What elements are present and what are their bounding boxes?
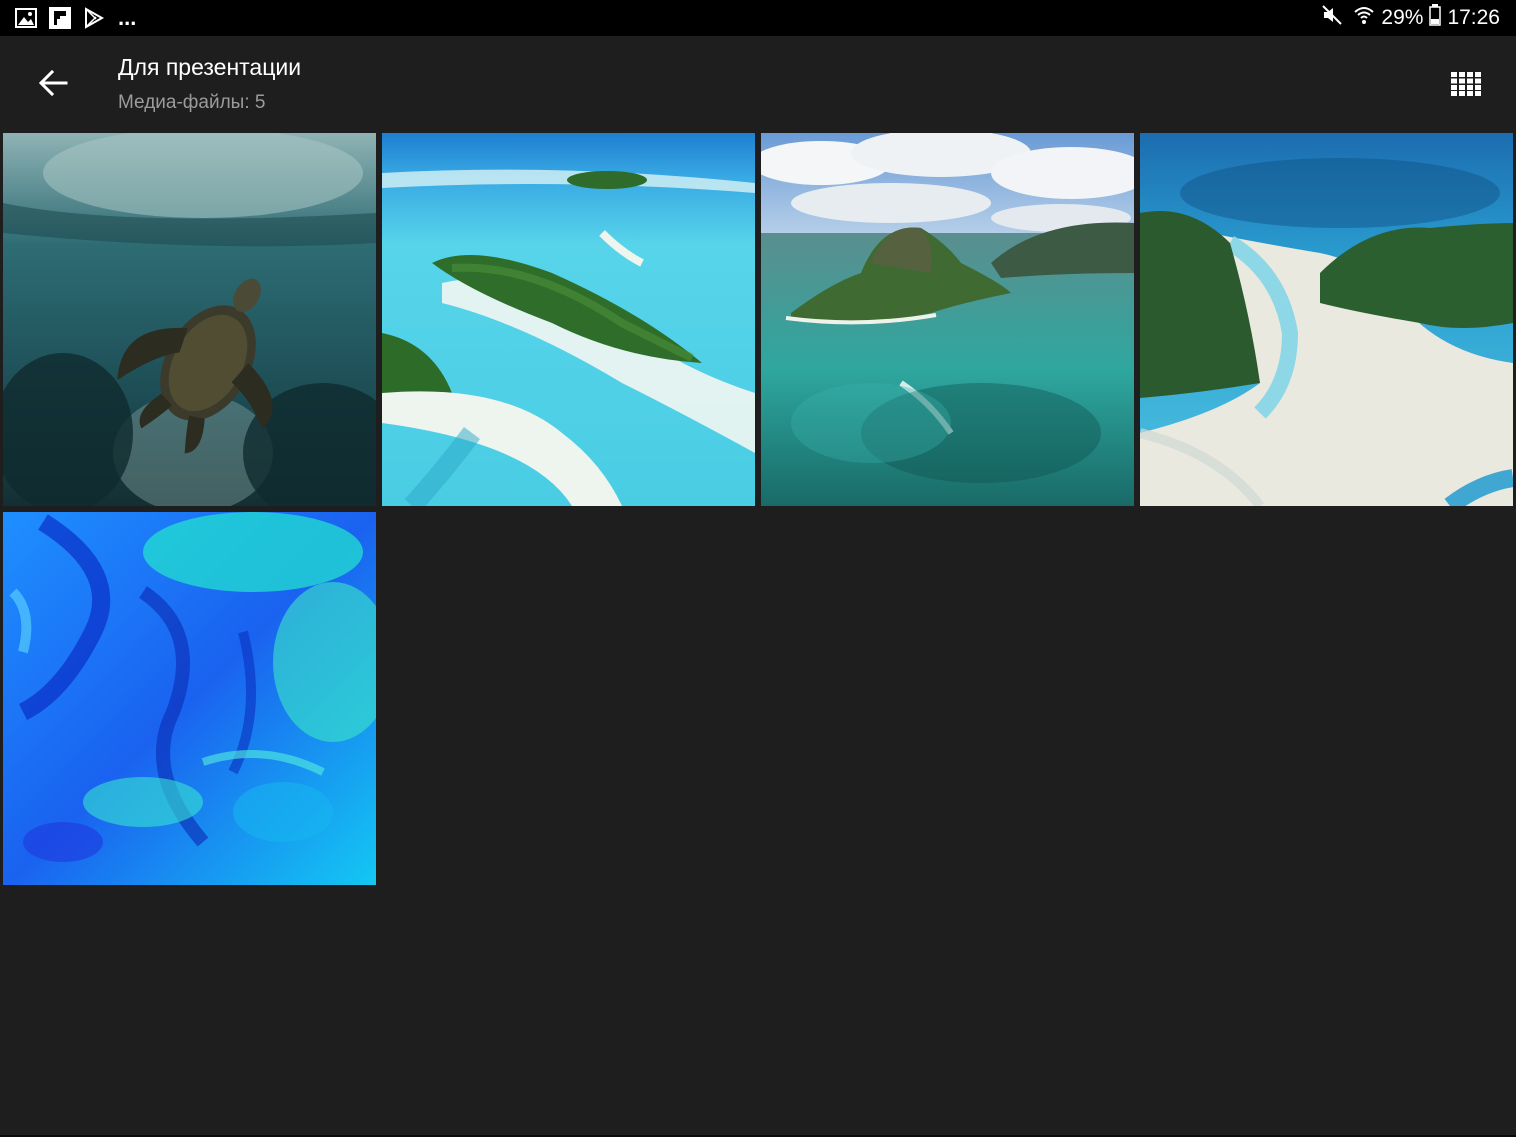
back-button[interactable] bbox=[26, 60, 80, 106]
photo-blue-abstract[interactable] bbox=[3, 512, 376, 885]
battery-percent: 29% bbox=[1381, 6, 1424, 29]
system-icons: 29% 17:26 bbox=[1321, 4, 1500, 32]
battery-icon bbox=[1429, 4, 1442, 32]
clock: 17:26 bbox=[1447, 6, 1500, 29]
mute-icon bbox=[1321, 4, 1343, 32]
notification-icons: ... bbox=[14, 6, 136, 30]
back-arrow-icon bbox=[38, 70, 68, 96]
photo-aerial-atoll[interactable] bbox=[382, 133, 755, 506]
status-bar: ... 29% 17:26 bbox=[0, 0, 1516, 36]
view-toggle-button[interactable] bbox=[1444, 62, 1488, 106]
grid-view-icon bbox=[1451, 72, 1481, 96]
play-store-icon bbox=[82, 6, 106, 30]
album-title: Для презентации bbox=[118, 54, 302, 80]
media-count: Медиа-файлы: 5 bbox=[118, 92, 266, 113]
photo-island-mountain[interactable] bbox=[761, 133, 1134, 506]
gallery-icon bbox=[14, 6, 38, 30]
app-bar: Для презентации Медиа-файлы: 5 bbox=[0, 36, 1516, 130]
photo-sandbar-island[interactable] bbox=[1140, 133, 1513, 506]
flipboard-icon bbox=[48, 6, 72, 30]
wifi-icon bbox=[1353, 4, 1375, 32]
more-notifications: ... bbox=[118, 5, 137, 30]
photo-sea-turtle[interactable] bbox=[3, 133, 376, 506]
